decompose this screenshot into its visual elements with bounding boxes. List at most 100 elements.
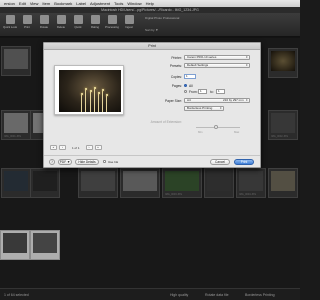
- next-page-button[interactable]: ›: [85, 145, 93, 150]
- preview-pager: « ‹ 1 of 1 › »: [50, 144, 129, 151]
- paper-size-row: Paper Size: A4 210 by 297 mm ⇕: [132, 98, 260, 104]
- options-value: Borderless Printing: [187, 106, 213, 110]
- toolbar-processing-button[interactable]: Processing: [105, 15, 119, 35]
- menu-item-item[interactable]: Item: [42, 0, 50, 7]
- pdf-menu-button[interactable]: PDF ▼: [58, 159, 72, 165]
- extension-label: Amount of Extension:: [150, 120, 182, 124]
- toolbar: Quick Look Print Rotate Delete Quick Rat…: [0, 13, 300, 37]
- pages-all-label: All: [189, 84, 193, 88]
- print-button[interactable]: Print: [234, 159, 254, 165]
- prev-page-button[interactable]: ‹: [59, 145, 66, 150]
- toolbar-button-label: Quick: [74, 25, 82, 29]
- toolbar-button-label: Delete: [56, 25, 66, 29]
- menu-item-tools[interactable]: Tools: [114, 0, 123, 7]
- printer-icon: [22, 15, 32, 24]
- toolbar-button-label: Ingest: [125, 25, 133, 29]
- status-borderless: Borderless Printing: [245, 293, 275, 297]
- extension-row: Amount of Extension:: [132, 119, 260, 125]
- menu-item-edit[interactable]: Edit: [19, 0, 26, 7]
- hide-details-button[interactable]: Hide Details: [75, 159, 99, 165]
- dialog-footer: ? PDF ▼ Hide Details Use Ink Cancel Prin…: [44, 155, 260, 167]
- paper-size-value: A4: [187, 98, 191, 102]
- menu-item-window[interactable]: Window: [127, 0, 141, 7]
- printer-label: Printer:: [171, 56, 182, 60]
- chevron-updown-icon: ⇕: [245, 63, 248, 67]
- extension-slider-knob[interactable]: [214, 125, 218, 129]
- eye-icon: [5, 15, 15, 24]
- status-selection: 1 of 64 selected: [4, 293, 29, 297]
- menu-bar: ersion Edit View Item Bookmark Label Adj…: [0, 0, 300, 7]
- toolbar-button-label: Processing: [105, 25, 119, 29]
- pages-range-row: From: 1 to: 1: [132, 89, 260, 95]
- status-quality: High quality: [170, 293, 189, 297]
- chevron-updown-icon: ⇕: [219, 106, 222, 110]
- chevron-updown-icon: ⇕: [245, 55, 248, 59]
- presets-label: Presets:: [169, 64, 182, 68]
- slider-max-label: Max: [234, 130, 240, 134]
- toolbar-delete-button[interactable]: Delete: [54, 15, 68, 35]
- pages-all-radio[interactable]: [184, 84, 187, 87]
- copies-row: Copies: 1: [132, 74, 260, 80]
- preview-photo: [59, 70, 121, 112]
- printer-value: Canon PRO-10 series: [187, 55, 217, 59]
- lightning-icon: [73, 15, 83, 24]
- toolbar-button-label: Quick Look: [3, 25, 17, 29]
- printer-select[interactable]: Canon PRO-10 series ⇕: [184, 55, 250, 60]
- slider-min-label: Min: [198, 130, 203, 134]
- pages-range-radio[interactable]: [184, 90, 187, 93]
- toolbar-button-label: Rotate: [39, 25, 49, 29]
- menu-item-adjustment[interactable]: Adjustment: [90, 0, 110, 7]
- first-page-button[interactable]: «: [50, 145, 57, 150]
- status-rotate: Rotate data file: [205, 293, 229, 297]
- options-select[interactable]: Borderless Printing ⇕: [184, 106, 224, 111]
- pages-to-input[interactable]: 1: [216, 89, 225, 94]
- status-bar: 1 of 64 selected High quality Rotate dat…: [0, 288, 300, 300]
- borderless-row: Borderless Printing ⇕: [132, 106, 260, 112]
- gear-icon: [107, 15, 117, 24]
- app-window: ersion Edit View Item Bookmark Label Adj…: [0, 0, 300, 300]
- copies-label: Copies:: [170, 75, 182, 79]
- print-dialog-title: Print: [44, 43, 260, 50]
- copies-input[interactable]: 1: [184, 74, 196, 79]
- pages-to-label: to:: [210, 90, 214, 94]
- print-dialog: Print « ‹ 1 of 1 › » Printer: Canon PRO-…: [43, 42, 261, 168]
- preview-page: [54, 65, 124, 115]
- pages-label: Pages:: [171, 84, 182, 88]
- paper-size-label: Paper Size:: [164, 99, 182, 103]
- printer-row: Printer: Canon PRO-10 series ⇕: [132, 55, 260, 61]
- toolbar-quick-look-button[interactable]: Quick Look: [3, 15, 17, 35]
- paper-size-dims: 210 by 297 mm: [223, 98, 244, 102]
- help-button[interactable]: ?: [49, 159, 55, 165]
- menu-item-bookmark[interactable]: Bookmark: [54, 0, 72, 7]
- menu-item-view[interactable]: View: [30, 0, 39, 7]
- page-indicator: 1 of 1: [72, 145, 80, 150]
- trash-icon: [56, 15, 66, 24]
- pages-from-label: From:: [189, 90, 198, 94]
- toolbar-button-label: Print: [24, 25, 30, 29]
- last-page-button[interactable]: »: [94, 145, 102, 150]
- cancel-button[interactable]: Cancel: [210, 159, 230, 165]
- app-name-label: Digital Photo Professional: [145, 16, 180, 20]
- presets-select[interactable]: Default Settings ⇕: [184, 63, 250, 68]
- presets-value: Default Settings: [187, 63, 209, 67]
- toolbar-print-button[interactable]: Print: [20, 15, 34, 35]
- use-ink-label: Use Ink: [108, 160, 119, 164]
- paper-size-select[interactable]: A4 210 by 297 mm ⇕: [184, 98, 250, 103]
- sort-menu[interactable]: Sort by ▼: [145, 28, 158, 32]
- menu-item-version[interactable]: ersion: [4, 0, 15, 7]
- star-icon: [90, 15, 100, 24]
- toolbar-rating-button[interactable]: Rating: [88, 15, 102, 35]
- use-ink-checkbox[interactable]: [103, 160, 106, 163]
- menu-item-help[interactable]: Help: [146, 0, 154, 7]
- toolbar-ingest-button[interactable]: Ingest: [122, 15, 136, 35]
- import-icon: [124, 15, 134, 24]
- toolbar-rotate-button[interactable]: Rotate: [37, 15, 51, 35]
- menu-item-label[interactable]: Label: [76, 0, 86, 7]
- extension-slider-track[interactable]: [196, 127, 240, 128]
- rotate-icon: [39, 15, 49, 24]
- toolbar-quick-button[interactable]: Quick: [71, 15, 85, 35]
- presets-row: Presets: Default Settings ⇕: [132, 63, 260, 69]
- pages-from-input[interactable]: 1: [198, 89, 207, 94]
- toolbar-button-label: Rating: [90, 25, 100, 29]
- chevron-updown-icon: ⇕: [245, 98, 248, 102]
